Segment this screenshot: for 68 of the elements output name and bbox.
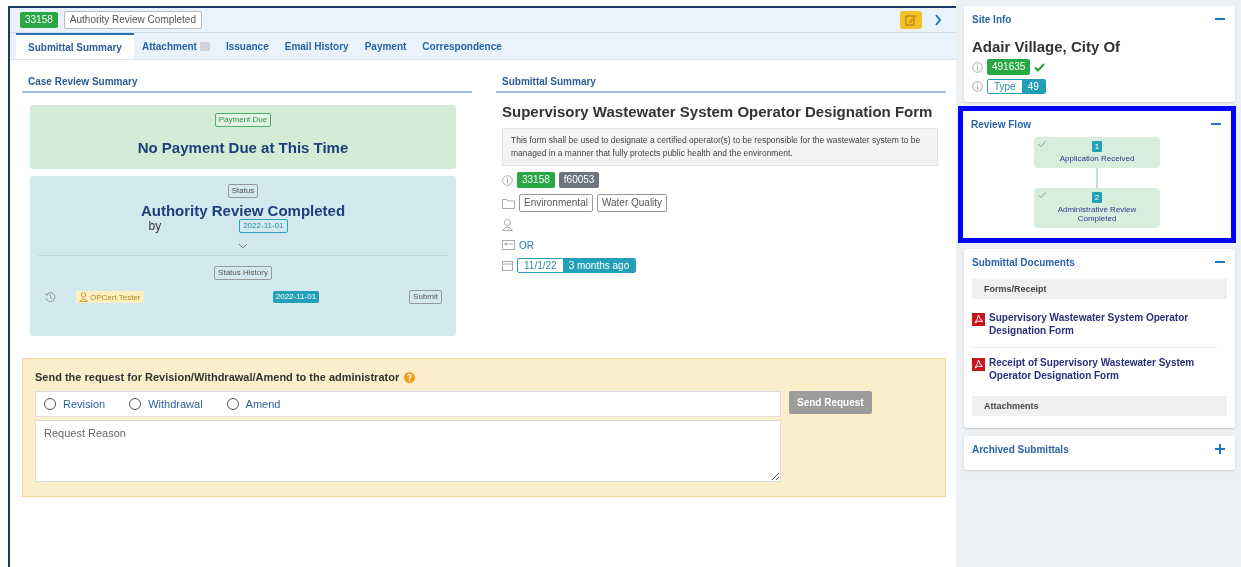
panel-title: Review Flow: [971, 118, 1031, 130]
pdf-icon: [972, 313, 985, 326]
document-link[interactable]: Receipt of Supervisory Wastewater System Operator Designation Form: [989, 356, 1217, 382]
type-value: 49: [1021, 80, 1045, 93]
tab[interactable]: Payment: [356, 33, 415, 59]
site-id-badge: 491635: [987, 59, 1031, 75]
radio-option[interactable]: Revision: [44, 398, 106, 410]
group-heading: Forms/Receipt: [972, 279, 1227, 299]
plus-icon: [1215, 444, 1225, 454]
status-title: Authority Review Completed: [140, 202, 346, 220]
history-icon: [44, 291, 56, 304]
step-number: 1: [1091, 141, 1103, 152]
status-badge: Authority Review Completed: [63, 11, 202, 29]
tab[interactable]: Attachment: [133, 33, 218, 59]
info-icon: [972, 61, 983, 73]
user-icon: [79, 292, 88, 303]
section-title: Submittal Summary: [496, 72, 946, 93]
user-name: OPCert Tester: [90, 292, 141, 302]
id-badge: 33158: [517, 172, 555, 188]
type-label: Type: [993, 80, 1017, 93]
status-history-tag: Status History: [214, 266, 272, 281]
category-tag: Environmental: [519, 194, 593, 212]
id-badge: 33158: [20, 12, 58, 28]
tab[interactable]: Correspondence: [414, 33, 510, 59]
date-tag: 11/1/22: [518, 259, 563, 272]
folder-icon: [502, 197, 515, 209]
panel-title: Submittal Documents: [972, 256, 1075, 268]
expand-button[interactable]: [1213, 442, 1227, 456]
date-tag: 2022-11-01: [239, 219, 288, 234]
radio-option[interactable]: Amend: [226, 398, 281, 410]
form-description: This form shall be used to designate a certified operator(s) to be responsible for the wastewater system to be managed in a manner that fully protects public health and the environment.: [502, 128, 938, 166]
status-tag: Status: [227, 184, 259, 199]
info-icon: [502, 174, 513, 186]
panel-title: Site Info: [972, 13, 1012, 25]
connector-line: [1096, 168, 1098, 188]
help-icon: [404, 371, 416, 383]
pencil-icon: [905, 14, 917, 26]
age-tag: 3 months ago: [562, 259, 636, 272]
payment-tag: Payment Due: [214, 113, 272, 127]
step-label: Administrative Review Completed: [1056, 205, 1138, 223]
step-number: 2: [1091, 192, 1103, 203]
action-tag: Submit: [409, 290, 442, 305]
calendar-icon: [502, 260, 513, 271]
section-title: Case Review Summary: [22, 72, 472, 93]
site-name: Adair Village, City Of: [972, 38, 1122, 55]
step-label: Application Received: [1058, 154, 1136, 163]
chevron-right-icon: [934, 14, 942, 26]
contact-card-icon: [502, 240, 515, 250]
category-tag: Water Quality: [596, 194, 668, 212]
reason-field[interactable]: Request Reason: [35, 420, 781, 482]
radio-option[interactable]: Withdrawal: [129, 398, 203, 410]
chevron-down-icon: [238, 243, 248, 250]
pdf-icon: [972, 358, 985, 371]
group-heading: Attachments: [972, 396, 1227, 416]
document-link[interactable]: Supervisory Wastewater System Operator Designation Form: [989, 311, 1227, 337]
by-label: by: [148, 219, 162, 234]
date-tag: 2022-11-01: [272, 291, 320, 304]
tab[interactable]: Submittal Summary: [16, 33, 134, 59]
user-icon: [502, 219, 513, 231]
panel-title: Archived Submittals: [972, 443, 1069, 455]
payment-message: No Payment Due at This Time: [137, 139, 349, 156]
form-title: Supervisory Wastewater System Operator Designation Form: [501, 103, 934, 120]
info-icon: [972, 81, 983, 92]
request-title: Send the request for Revision/Withdrawal/Amend to the administrator: [35, 371, 400, 383]
form-id-badge: f60053: [558, 172, 600, 188]
tab[interactable]: Issuance: [217, 33, 277, 59]
region-link[interactable]: OR: [519, 239, 534, 251]
tab[interactable]: Email History: [276, 33, 357, 59]
